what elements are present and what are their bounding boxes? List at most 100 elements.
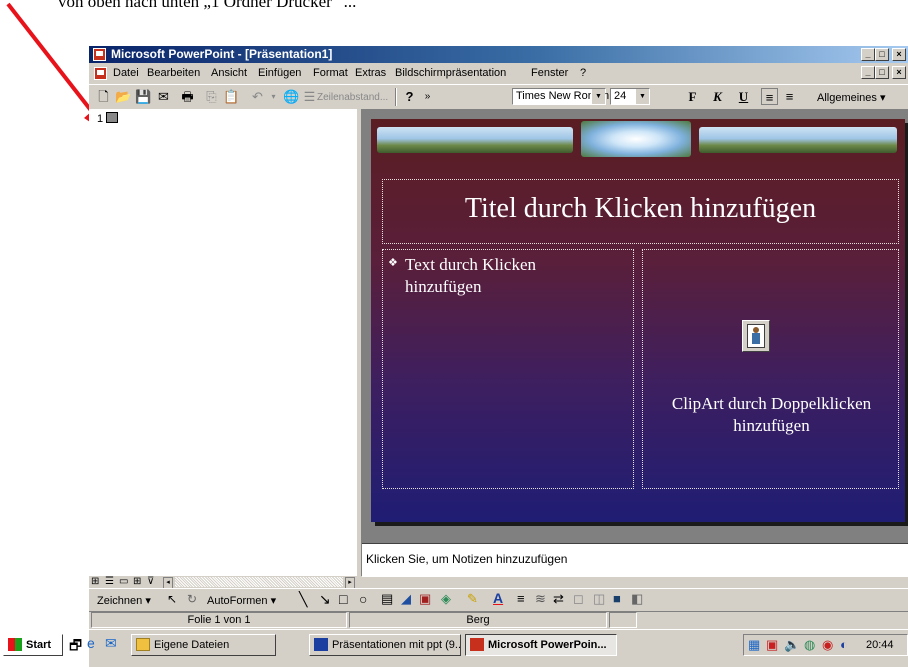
font-size-combo[interactable]: 24 ▼ (610, 88, 650, 105)
font-name-combo[interactable]: Times New Roman ▼ (512, 88, 609, 105)
autoshapes-button[interactable]: AutoFormen ▾ (207, 594, 276, 607)
menu-help[interactable]: ? (580, 67, 586, 79)
3d-icon[interactable]: ◫ (593, 591, 605, 607)
align-center-icon[interactable]: ≡ (781, 88, 798, 105)
underline-button[interactable]: U (735, 88, 752, 105)
draw-menu-label: Zeichnen (97, 595, 143, 607)
cube-icon[interactable]: ◧ (631, 591, 643, 607)
notes-pane[interactable]: Klicken Sie, um Notizen hinzuzufügen (362, 543, 908, 577)
line-icon[interactable]: ╲ (299, 591, 307, 608)
copy-icon[interactable]: ⎘ (203, 88, 220, 105)
line-color-icon[interactable]: ✎ (467, 591, 478, 607)
oval-icon[interactable]: ○ (359, 591, 367, 607)
print-icon[interactable]: 🖶 (179, 88, 196, 105)
doc-restore-button[interactable]: □ (875, 66, 889, 79)
italic-button[interactable]: K (709, 88, 726, 105)
tray-antivirus-icon[interactable]: ◉ (822, 637, 833, 653)
pointer-icon[interactable]: ↖ (167, 592, 177, 606)
bold-button[interactable]: F (684, 88, 701, 105)
slide-sorter-icon[interactable]: ⊞ (133, 576, 141, 587)
menu-ansicht[interactable]: Ansicht (211, 67, 247, 79)
text-placeholder-text: Text durch Klicken hinzufügen (405, 255, 536, 296)
menu-bildschirmpraesentation[interactable]: Bildschirmpräsentation (395, 67, 506, 79)
text-placeholder[interactable]: ❖ Text durch Klicken hinzufügen (382, 249, 634, 489)
powerpoint-app-icon[interactable] (93, 48, 106, 61)
menu-datei[interactable]: Datei (113, 67, 139, 79)
wordart-icon[interactable]: ◢ (401, 591, 411, 607)
chevron-down-icon[interactable]: ▼ (635, 89, 649, 104)
start-button[interactable]: Start (3, 634, 63, 656)
insert-object-icon[interactable]: ■ (613, 591, 621, 606)
tray-monitor-icon[interactable]: ▣ (766, 637, 778, 653)
system-tray: ▦ ▣ 🔈 ◍ ◉ ◐ 20:44 (743, 634, 908, 656)
tray-volume-icon[interactable]: 🔈 (784, 637, 800, 653)
rectangle-icon[interactable]: □ (339, 591, 347, 607)
taskbar: Start 🗗 e ✉ Eigene Dateien Präsentatione… (3, 629, 908, 667)
menu-bearbeiten[interactable]: Bearbeiten (147, 67, 200, 79)
slide-canvas[interactable]: Titel durch Klicken hinzufügen ❖ Text du… (371, 119, 905, 522)
undo-icon[interactable]: ↶ (249, 88, 266, 105)
close-button[interactable]: × (892, 48, 906, 61)
quick-launch-outlook-icon[interactable]: ✉ (105, 635, 117, 652)
font-color-icon[interactable]: A (493, 590, 503, 606)
document-icon[interactable] (94, 67, 107, 80)
clipart-icon[interactable] (742, 320, 770, 352)
help-icon[interactable]: ? (401, 88, 418, 105)
shadow-icon[interactable]: ◻ (573, 591, 584, 607)
menu-extras[interactable]: Extras (355, 67, 386, 79)
clipart-insert-icon[interactable]: ▣ (419, 591, 431, 607)
line-spacing-label[interactable]: Zeilenabstand... (317, 92, 388, 103)
clipart-placeholder[interactable]: ClipArt durch Doppelklicken hinzufügen (642, 249, 899, 489)
arrow-tool-icon[interactable]: ↘ (319, 591, 331, 608)
maximize-button[interactable]: □ (875, 48, 889, 61)
task-powerpoint[interactable]: Microsoft PowerPoin... (465, 634, 617, 656)
more-buttons-icon[interactable]: » (419, 88, 436, 105)
rotate-icon[interactable]: ↻ (187, 592, 197, 606)
paste-icon[interactable]: 📋 (223, 88, 240, 105)
slide-number: 1 (97, 113, 104, 125)
arrow-style-icon[interactable]: ⇄ (553, 591, 564, 607)
undo-dropdown-icon[interactable]: ▾ (265, 88, 282, 105)
view-buttons-row: ⊞ ☰ ▭ ⊞ ⊽ ◂ ▸ (89, 576, 356, 589)
title-placeholder[interactable]: Titel durch Klicken hinzufügen (382, 179, 899, 244)
doc-minimize-button[interactable]: _ (861, 66, 875, 79)
menu-einfuegen[interactable]: Einfügen (258, 67, 301, 79)
outline-pane[interactable]: 1 (89, 109, 356, 576)
task-word-document[interactable]: Präsentationen mit ppt (9... (309, 634, 461, 656)
status-bar: Folie 1 von 1 Berg (89, 611, 908, 629)
menu-fenster[interactable]: Fenster (531, 67, 568, 79)
email-icon[interactable]: ✉ (155, 88, 172, 105)
textbox-icon[interactable]: ▤ (381, 591, 393, 607)
tray-security-icon[interactable]: ◍ (804, 637, 815, 653)
open-folder-icon[interactable]: 📂 (115, 88, 132, 105)
window-title: Microsoft PowerPoint - [Präsentation1] (111, 47, 333, 61)
normal-view-icon[interactable]: ⊞ (91, 576, 99, 587)
new-icon[interactable]: 🗋 (95, 88, 112, 105)
save-icon[interactable]: 💾 (135, 88, 152, 105)
banner-center (581, 121, 691, 157)
menu-format[interactable]: Format (313, 67, 348, 79)
hyperlink-icon[interactable]: 🌐 (283, 88, 300, 105)
doc-close-button[interactable]: × (892, 66, 906, 79)
quick-launch-ie-icon[interactable]: e (87, 635, 95, 651)
quick-launch-desktop-icon[interactable]: 🗗 (69, 635, 82, 659)
tray-network-icon[interactable]: ▦ (748, 637, 760, 653)
design-name: Berg (349, 612, 607, 628)
slide-thumbnail-icon[interactable] (106, 112, 118, 123)
word-icon (314, 638, 328, 651)
tray-connection-icon[interactable]: ◐ (840, 637, 848, 652)
fill-color-icon[interactable]: ◈ (441, 591, 451, 607)
slideshow-icon[interactable]: ⊽ (147, 576, 154, 587)
horizontal-scrollbar[interactable] (175, 577, 343, 587)
align-left-icon[interactable]: ≡ (761, 88, 778, 105)
task-eigene-dateien[interactable]: Eigene Dateien (131, 634, 276, 656)
line-style-icon[interactable]: ≡ (517, 591, 525, 606)
chevron-down-icon[interactable]: ▼ (591, 89, 605, 104)
dash-style-icon[interactable]: ≋ (535, 591, 546, 607)
line-spacing-icon[interactable]: ☰ (301, 88, 318, 105)
minimize-button[interactable]: _ (861, 48, 875, 61)
general-tasks-button[interactable]: Allgemeines ▾ (817, 91, 886, 104)
slide-view-icon[interactable]: ▭ (119, 576, 128, 587)
draw-menu-button[interactable]: Zeichnen ▾ (97, 594, 151, 607)
outline-view-icon[interactable]: ☰ (105, 576, 114, 587)
